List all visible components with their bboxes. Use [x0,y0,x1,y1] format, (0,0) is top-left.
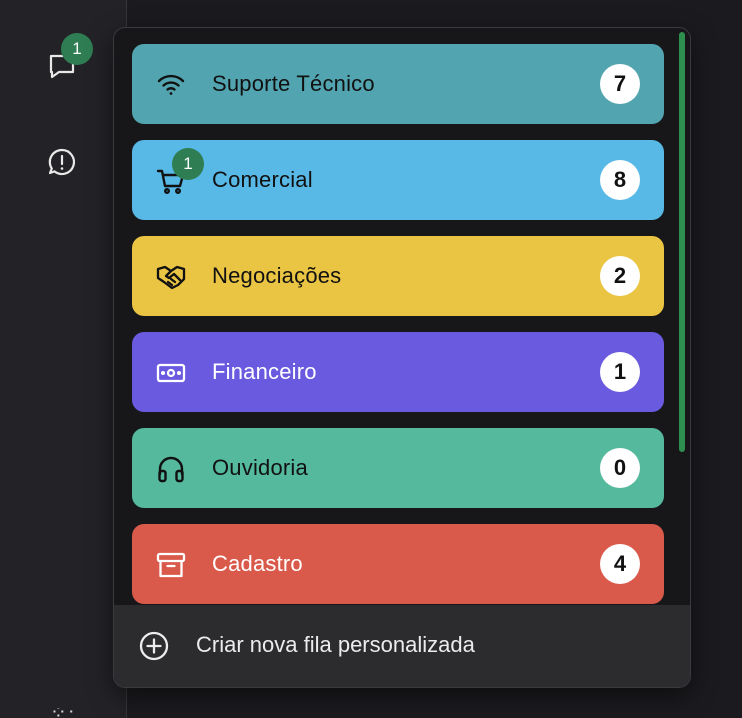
sidebar: 1 ⁘⁘ [0,0,127,718]
queue-count-badge: 2 [600,256,640,296]
queue-label: Suporte Técnico [212,71,375,96]
queue-count-badge: 4 [600,544,640,584]
alert-bubble-icon [48,148,76,176]
queue-label: Negociações [212,263,342,288]
queue-label: Cadastro [212,551,303,576]
cash-icon [154,356,188,390]
create-queue-label: Criar nova fila personalizada [196,632,475,657]
grid-icon[interactable]: ⁘⁘ [50,708,74,718]
queue-label: Ouvidoria [212,455,308,480]
queue-count-badge: 7 [600,64,640,104]
queue-item-cadastro[interactable]: Cadastro 4 [132,524,664,604]
queue-count-badge: 8 [600,160,640,200]
queue-item-ouvidoria[interactable]: Ouvidoria 0 [132,428,664,508]
queue-label: Financeiro [212,359,317,384]
queue-count-badge: 0 [600,448,640,488]
wifi-icon [154,68,188,102]
queue-item-financeiro[interactable]: Financeiro 1 [132,332,664,412]
queue-list: Suporte Técnico 7 1 Comercial 8 Negociaç… [114,28,690,605]
queue-count-badge: 1 [600,352,640,392]
queue-popup: Suporte Técnico 7 1 Comercial 8 Negociaç… [113,27,691,688]
handshake-icon [154,260,188,294]
alerts-button[interactable] [40,140,84,184]
queue-item-comercial[interactable]: 1 Comercial 8 [132,140,664,220]
archive-icon [154,548,188,582]
queue-item-negociacoes[interactable]: Negociações 2 [132,236,664,316]
create-queue-button[interactable]: Criar nova fila personalizada [114,605,690,687]
plus-circle-icon [139,631,169,661]
chat-unread-badge: 1 [61,33,93,65]
queue-unread-badge: 1 [172,148,204,180]
queue-list-scrollbar[interactable] [679,32,685,452]
headphones-icon [154,452,188,486]
queue-item-suporte-tecnico[interactable]: Suporte Técnico 7 [132,44,664,124]
queue-label: Comercial [212,167,313,192]
